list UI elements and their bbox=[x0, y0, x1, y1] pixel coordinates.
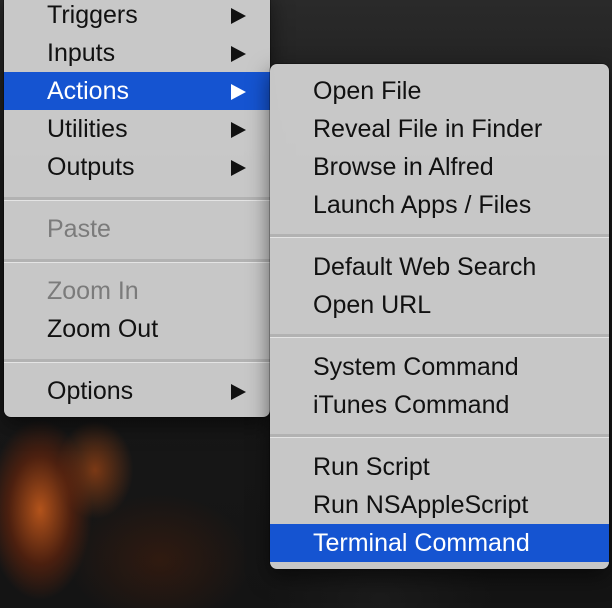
menu-item-label: Default Web Search bbox=[313, 253, 537, 281]
submenu-item-run-script[interactable]: Run Script bbox=[270, 448, 609, 486]
submenu-arrow-icon bbox=[231, 84, 246, 100]
menu-item-label: Run NSAppleScript bbox=[313, 491, 529, 519]
menu-item-triggers[interactable]: Triggers bbox=[4, 0, 270, 34]
menu-item-label: Terminal Command bbox=[313, 529, 530, 557]
menu-separator bbox=[4, 197, 270, 201]
menu-item-paste: Paste bbox=[4, 210, 270, 248]
submenu-arrow-icon bbox=[231, 384, 246, 400]
menu-item-utilities[interactable]: Utilities bbox=[4, 110, 270, 148]
menu-item-zoom-out[interactable]: Zoom Out bbox=[4, 310, 270, 348]
menu-item-label: iTunes Command bbox=[313, 391, 510, 419]
menu-item-zoom-in: Zoom In bbox=[4, 272, 270, 310]
menu-item-label: Open File bbox=[313, 77, 422, 105]
submenu-item-open-url[interactable]: Open URL bbox=[270, 286, 609, 324]
submenu-item-run-nsapplescript[interactable]: Run NSAppleScript bbox=[270, 486, 609, 524]
menu-item-outputs[interactable]: Outputs bbox=[4, 148, 270, 186]
menu-item-label: Inputs bbox=[47, 39, 116, 67]
submenu-item-terminal-command[interactable]: Terminal Command bbox=[270, 524, 609, 562]
submenu-item-itunes-command[interactable]: iTunes Command bbox=[270, 386, 609, 424]
submenu-arrow-icon bbox=[231, 122, 246, 138]
menu-separator bbox=[270, 334, 609, 338]
menu-item-label: Open URL bbox=[313, 291, 432, 319]
submenu-arrow-icon bbox=[231, 8, 246, 24]
menu-separator bbox=[270, 434, 609, 438]
submenu-arrow-icon bbox=[231, 160, 246, 176]
menu-separator bbox=[270, 234, 609, 238]
menu-item-label: Options bbox=[47, 377, 134, 405]
menu-item-label: Outputs bbox=[47, 153, 135, 181]
menu-item-label: Paste bbox=[47, 215, 111, 243]
submenu-item-reveal-file-in-finder[interactable]: Reveal File in Finder bbox=[270, 110, 609, 148]
context-menu: Triggers Inputs Actions Utilities Output… bbox=[4, 0, 270, 417]
submenu-arrow-icon bbox=[231, 46, 246, 62]
menu-item-inputs[interactable]: Inputs bbox=[4, 34, 270, 72]
submenu-item-launch-apps-files[interactable]: Launch Apps / Files bbox=[270, 186, 609, 224]
menu-item-label: Zoom Out bbox=[47, 315, 159, 343]
menu-item-label: Reveal File in Finder bbox=[313, 115, 543, 143]
submenu-item-system-command[interactable]: System Command bbox=[270, 348, 609, 386]
submenu-item-open-file[interactable]: Open File bbox=[270, 72, 609, 110]
menu-item-label: Triggers bbox=[47, 1, 138, 29]
menu-item-label: Zoom In bbox=[47, 277, 139, 305]
menu-item-label: Utilities bbox=[47, 115, 128, 143]
menu-item-label: Launch Apps / Files bbox=[313, 191, 532, 219]
menu-item-label: System Command bbox=[313, 353, 519, 381]
actions-submenu: Open File Reveal File in Finder Browse i… bbox=[270, 64, 609, 569]
menu-item-actions[interactable]: Actions bbox=[4, 72, 270, 110]
submenu-item-default-web-search[interactable]: Default Web Search bbox=[270, 248, 609, 286]
submenu-item-browse-in-alfred[interactable]: Browse in Alfred bbox=[270, 148, 609, 186]
menu-separator bbox=[4, 259, 270, 263]
menu-item-options[interactable]: Options bbox=[4, 372, 270, 410]
menu-item-label: Browse in Alfred bbox=[313, 153, 494, 181]
menu-separator bbox=[4, 359, 270, 363]
menu-item-label: Actions bbox=[47, 77, 129, 105]
menu-item-label: Run Script bbox=[313, 453, 430, 481]
